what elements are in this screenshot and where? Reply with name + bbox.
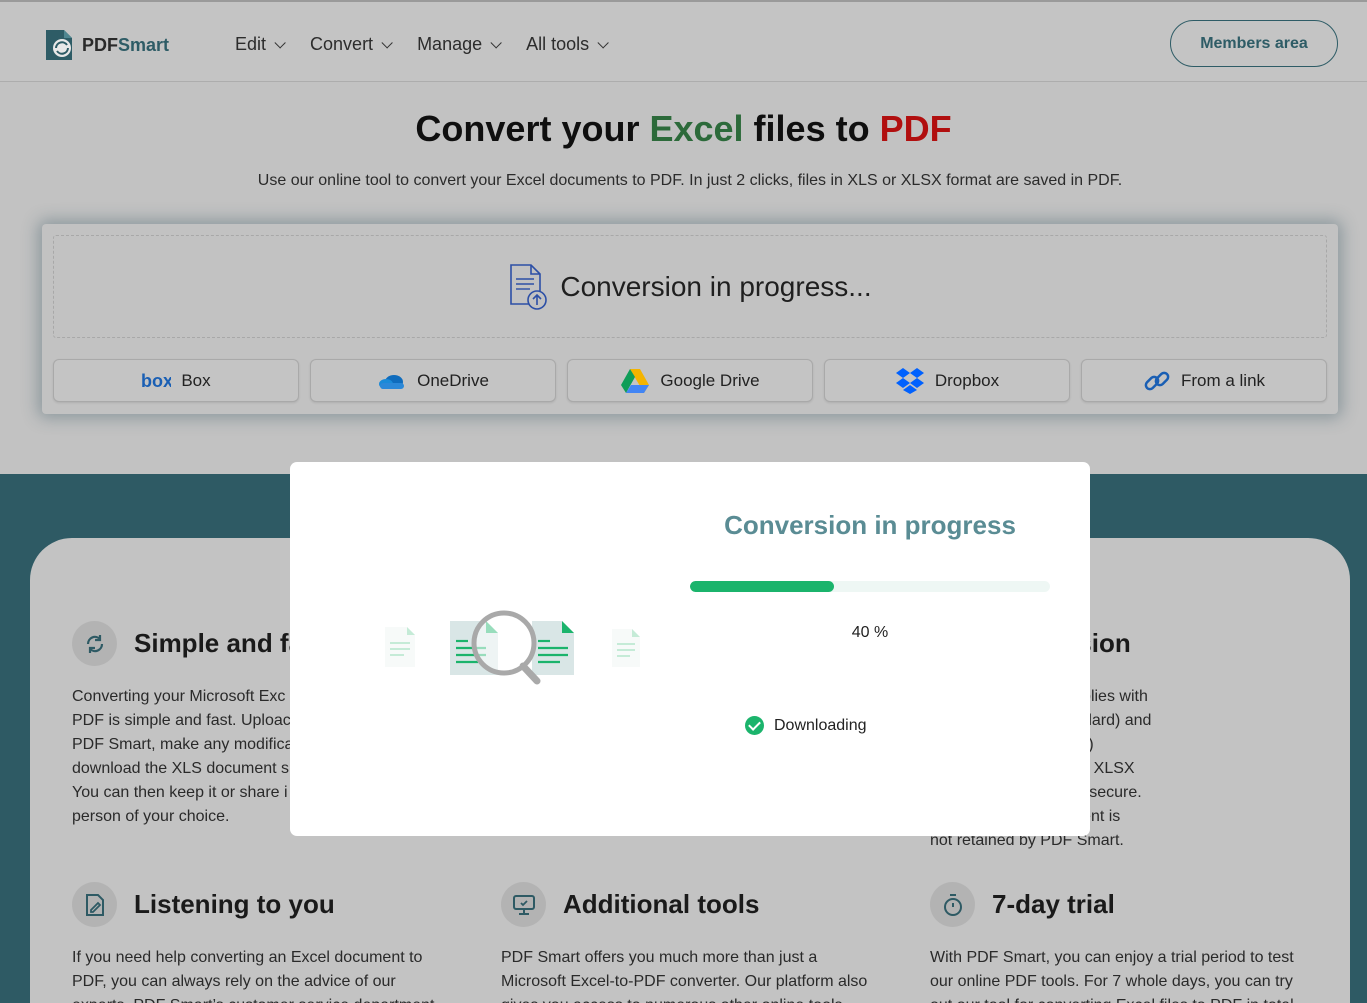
document-search-illustration [385,610,640,685]
google-drive-icon [621,368,650,393]
upload-panel: Conversion in progress... box Box OneDri… [42,224,1338,414]
logo-icon [46,30,72,60]
feature-title: Simple and fa [134,628,304,658]
feature-body: If you need help converting an Excel doc… [72,949,435,1003]
check-circle-icon [745,716,764,735]
nav-manage[interactable]: Manage [417,34,502,55]
monitor-icon [501,882,546,927]
document-pen-icon [72,882,117,927]
box-logo-icon: box [141,373,171,389]
main-nav: Edit Convert Manage All tools [235,34,609,55]
chevron-down-icon [274,36,286,49]
feature-body: With PDF Smart, you can enjoy a trial pe… [930,949,1294,1003]
refresh-icon [72,621,117,666]
file-dropzone[interactable]: Conversion in progress... [53,235,1327,338]
onedrive-source-button[interactable]: OneDrive [310,359,556,402]
logo-text: PDFSmart [82,34,170,55]
progress-bar-fill [690,581,834,592]
onedrive-cloud-icon [379,374,405,389]
page-subtitle: Use our online tool to convert your Exce… [257,172,1123,189]
link-source-button[interactable]: From a link [1081,359,1327,402]
feature-title: 7-day trial [992,889,1115,919]
box-source-button[interactable]: box Box [53,359,299,402]
site-header: PDFSmart Edit Convert Manage All tools M… [0,0,1367,82]
conversion-progress-modal: Conversion in progress 40 % Downloading [290,462,1090,836]
conversion-status-text: Conversion in progress... [560,270,872,302]
chevron-down-icon [381,36,393,49]
nav-edit[interactable]: Edit [235,34,286,55]
dropbox-icon [895,367,924,394]
feature-additional-tools: Additional tools PDF Smart offers you mu… [501,882,881,1003]
file-upload-icon [510,263,548,310]
svg-text:box: box [141,373,171,389]
page-title: Convert your Excel files to PDF [415,108,952,149]
members-area-button[interactable]: Members area [1170,20,1338,67]
modal-title: Conversion in progress [724,510,1016,540]
chevron-down-icon [597,36,609,49]
google-drive-source-button[interactable]: Google Drive [567,359,813,402]
feature-body: PDF Smart offers you much more than just… [501,949,868,1003]
feature-title: Additional tools [563,889,760,919]
nav-convert[interactable]: Convert [310,34,393,55]
step-downloading: Downloading [745,716,867,735]
progress-bar [690,581,1050,592]
source-buttons: box Box OneDrive Google Drive Dropbox Fr… [53,359,1327,402]
feature-trial: 7-day trial With PDF Smart, you can enjo… [930,882,1310,1003]
progress-percent-label: 40 % [851,624,889,641]
link-icon [1144,371,1170,390]
chevron-down-icon [490,36,502,49]
dropbox-source-button[interactable]: Dropbox [824,359,1070,402]
feature-title: Listening to you [134,889,335,919]
nav-all-tools[interactable]: All tools [526,34,609,55]
feature-listening: Listening to you If you need help conver… [72,882,452,1003]
stopwatch-icon [930,882,975,927]
pdfsmart-logo[interactable]: PDFSmart [42,28,169,62]
